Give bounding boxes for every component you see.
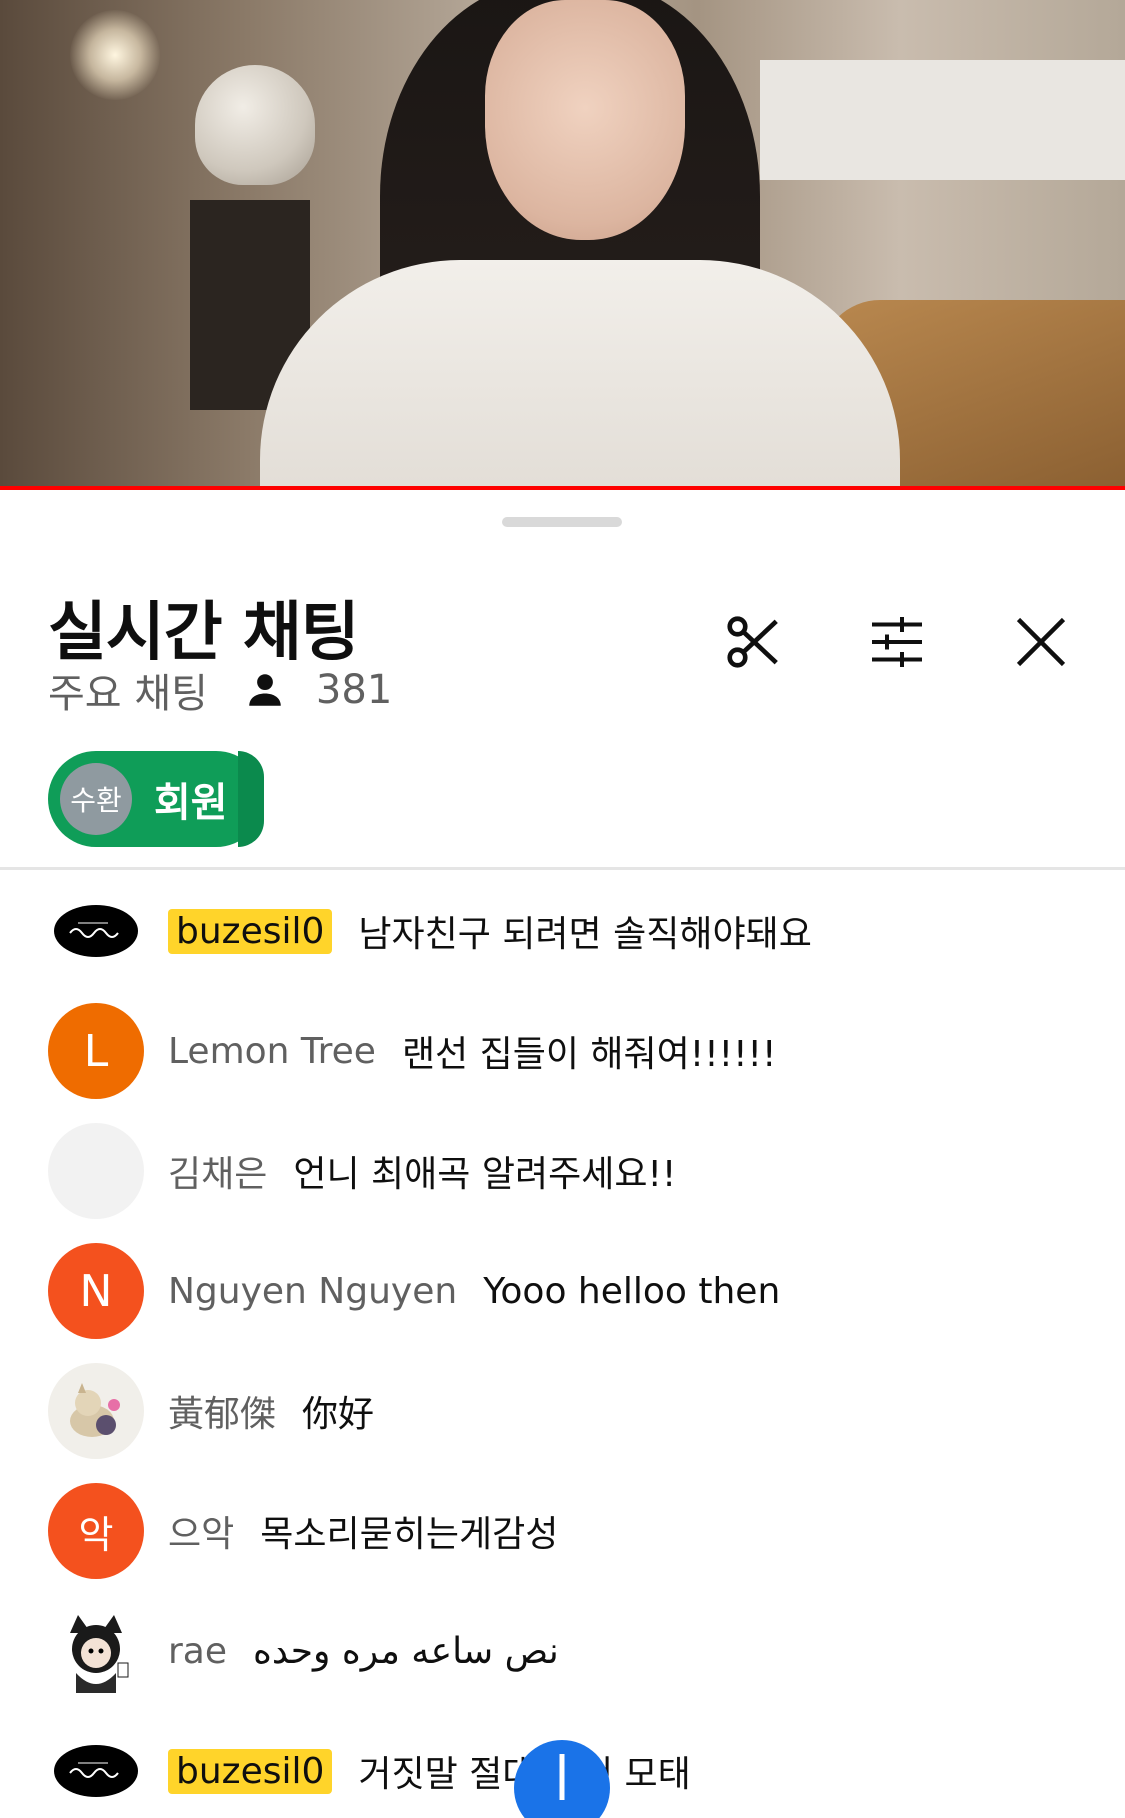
chat-message[interactable]: 黃郁傑 你好 bbox=[48, 1363, 1088, 1459]
message-text: 랜선 집들이 해줘여!!!!!! bbox=[401, 1034, 777, 1075]
author-avatar[interactable] bbox=[48, 1363, 144, 1459]
author-avatar[interactable]: N bbox=[48, 1243, 144, 1339]
author-name[interactable]: Lemon Tree bbox=[168, 1031, 376, 1072]
person-icon bbox=[244, 669, 286, 711]
live-progress-bar[interactable] bbox=[0, 486, 1125, 490]
video-content bbox=[70, 10, 160, 100]
author-name[interactable]: buzesil0 bbox=[168, 1748, 333, 1794]
chip-label: 회원 bbox=[154, 780, 228, 826]
video-content bbox=[485, 0, 685, 240]
author-name[interactable]: 으악 bbox=[168, 1505, 234, 1557]
chat-message[interactable]: L Lemon Tree 랜선 집들이 해줘여!!!!!! bbox=[48, 1003, 1088, 1099]
author-avatar[interactable]: L bbox=[48, 1003, 144, 1099]
message-text: نص ساعه مره وحده bbox=[253, 1630, 559, 1672]
close-button[interactable] bbox=[1008, 611, 1074, 677]
chat-message[interactable]: 악 으악 목소리묻히는게감성 bbox=[48, 1483, 1088, 1579]
divider bbox=[0, 867, 1125, 870]
author-name[interactable]: 김채은 bbox=[168, 1145, 267, 1197]
message-text: Yooo helloo then bbox=[483, 1270, 781, 1312]
author-avatar[interactable]: 악 bbox=[48, 1483, 144, 1579]
video-content bbox=[260, 260, 900, 490]
scissors-icon bbox=[722, 611, 784, 677]
chat-mode-label: 주요 채팅 bbox=[48, 671, 208, 717]
chat-message[interactable]: N Nguyen Nguyen Yooo helloo then bbox=[48, 1243, 1088, 1339]
chat-message[interactable]: buzesil0 남자친구 되려면 솔직해야돼요 bbox=[48, 883, 1088, 979]
chip-edge bbox=[238, 751, 264, 847]
clip-button[interactable] bbox=[720, 611, 786, 677]
author-avatar[interactable] bbox=[48, 1603, 144, 1699]
chat-mode-selector[interactable]: 주요 채팅 381 bbox=[48, 661, 392, 719]
chip-avatar: 수환 bbox=[60, 763, 132, 835]
message-text: 你好 bbox=[302, 1394, 375, 1435]
message-text: 목소리묻히는게감성 bbox=[260, 1514, 559, 1555]
chat-message[interactable]: 김채은 언니 최애곡 알려주세요!! bbox=[48, 1123, 1088, 1219]
sliders-icon bbox=[867, 612, 927, 676]
viewer-count: 381 bbox=[315, 667, 393, 713]
author-name[interactable]: Nguyen Nguyen bbox=[168, 1271, 457, 1312]
author-name[interactable]: 黃郁傑 bbox=[168, 1385, 276, 1437]
close-icon bbox=[1011, 612, 1071, 676]
arrow-down-icon bbox=[542, 1740, 582, 1804]
message-text: 남자친구 되려면 솔직해야돼요 bbox=[358, 914, 812, 955]
video-player[interactable] bbox=[0, 0, 1125, 490]
video-content bbox=[195, 65, 315, 185]
chat-settings-button[interactable] bbox=[864, 611, 930, 677]
author-name[interactable]: rae bbox=[168, 1631, 227, 1672]
live-chat-panel: 실시간 채팅 주요 채팅 381 수환 회원 buzesil0 남자친구 되려면… bbox=[0, 491, 1125, 1818]
chat-message[interactable]: rae نص ساعه مره وحده bbox=[48, 1603, 1088, 1699]
members-filter-chip[interactable]: 수환 회원 bbox=[48, 751, 264, 847]
author-avatar[interactable] bbox=[48, 883, 144, 979]
author-avatar[interactable] bbox=[48, 1723, 144, 1818]
video-content bbox=[760, 60, 1125, 180]
panel-title: 실시간 채팅 bbox=[48, 596, 360, 670]
drag-handle[interactable] bbox=[502, 517, 622, 527]
message-text: 언니 최애곡 알려주세요!! bbox=[293, 1154, 677, 1195]
author-avatar[interactable] bbox=[48, 1123, 144, 1219]
author-name[interactable]: buzesil0 bbox=[168, 908, 333, 954]
